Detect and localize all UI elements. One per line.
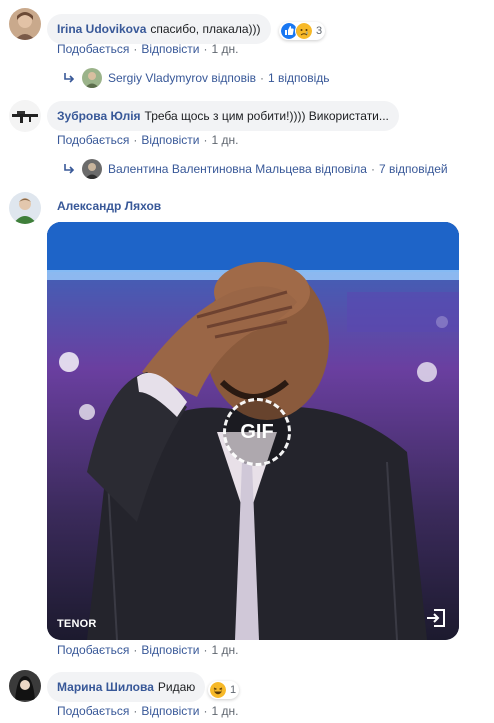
comment-author[interactable]: Irina Udovikova xyxy=(57,22,146,36)
separator: · xyxy=(133,704,138,718)
reaction-summary[interactable]: 1 xyxy=(208,681,240,699)
tenor-logo[interactable]: TENOR xyxy=(57,618,97,630)
like-link[interactable]: Подобається xyxy=(57,133,129,147)
like-link[interactable]: Подобається xyxy=(57,704,129,718)
replies-summary[interactable]: Валентина Валентиновна Мальцева відповіл… xyxy=(108,162,448,176)
sad-reaction-icon xyxy=(295,22,313,40)
comment-text: Треба щось з цим робити!)))) Використати… xyxy=(144,109,389,123)
open-external-icon[interactable] xyxy=(425,607,447,629)
separator: · xyxy=(203,704,208,718)
reply-link[interactable]: Відповісти xyxy=(141,133,199,147)
reply-arrow-icon xyxy=(64,73,75,83)
comment-bubble: Irina Udovikova спасибо, плакала))) xyxy=(47,14,271,44)
like-link[interactable]: Подобається xyxy=(57,643,129,657)
separator: · xyxy=(260,71,264,85)
comment-author[interactable]: Марина Шилова xyxy=(57,680,154,694)
comment-actions: Подобається · Відповісти · 1 дн. xyxy=(57,704,238,718)
avatar[interactable] xyxy=(9,100,41,132)
comment-actions: Подобається · Відповісти · 1 дн. xyxy=(57,42,238,56)
reply-author[interactable]: Валентина Валентиновна Мальцева відповіл… xyxy=(108,162,367,176)
timestamp[interactable]: 1 дн. xyxy=(211,643,238,657)
reply-link[interactable]: Відповісти xyxy=(141,643,199,657)
comment-bubble: Зуброва Юлія Треба щось з цим робити!))))… xyxy=(47,101,399,131)
comment-author[interactable]: Александр Ляхов xyxy=(57,199,161,213)
reply-arrow-icon xyxy=(64,164,75,174)
avatar[interactable] xyxy=(82,68,102,88)
separator: · xyxy=(370,162,375,176)
separator: · xyxy=(203,133,208,147)
gif-attachment[interactable]: GIF TENOR xyxy=(47,222,459,640)
reaction-count: 3 xyxy=(316,25,323,37)
comment-author[interactable]: Зуброва Юлія xyxy=(57,109,141,123)
separator: · xyxy=(133,643,138,657)
reply-author[interactable]: Sergiy Vladymyrov відповів xyxy=(108,71,256,85)
reaction-summary[interactable]: 3 xyxy=(279,22,326,40)
comment-actions: Подобається · Відповісти · 1 дн. xyxy=(57,133,238,147)
gif-play-badge[interactable]: GIF xyxy=(223,398,291,466)
reply-link[interactable]: Відповісти xyxy=(141,704,199,718)
like-link[interactable]: Подобається xyxy=(57,42,129,56)
separator: · xyxy=(203,42,208,56)
comment-text: спасибо, плакала))) xyxy=(150,22,261,36)
comment-text: Ридаю xyxy=(157,680,196,694)
avatar[interactable] xyxy=(9,670,41,702)
replies-summary[interactable]: Sergiy Vladymyrov відповів · 1 відповідь xyxy=(108,71,330,85)
separator: · xyxy=(203,643,208,657)
reaction-count: 1 xyxy=(230,684,237,696)
avatar[interactable] xyxy=(82,159,102,179)
avatar[interactable] xyxy=(9,192,41,224)
comment-bubble: Марина Шилова Ридаю xyxy=(47,672,206,702)
separator: · xyxy=(133,42,138,56)
separator: · xyxy=(133,133,138,147)
timestamp[interactable]: 1 дн. xyxy=(211,133,238,147)
avatar[interactable] xyxy=(9,8,41,40)
timestamp[interactable]: 1 дн. xyxy=(211,42,238,56)
replies-count[interactable]: 7 відповідей xyxy=(379,162,448,176)
comment-actions: Подобається · Відповісти · 1 дн. xyxy=(57,643,238,657)
reply-link[interactable]: Відповісти xyxy=(141,42,199,56)
replies-count[interactable]: 1 відповідь xyxy=(268,71,330,85)
haha-reaction-icon xyxy=(209,681,227,699)
timestamp[interactable]: 1 дн. xyxy=(211,704,238,718)
